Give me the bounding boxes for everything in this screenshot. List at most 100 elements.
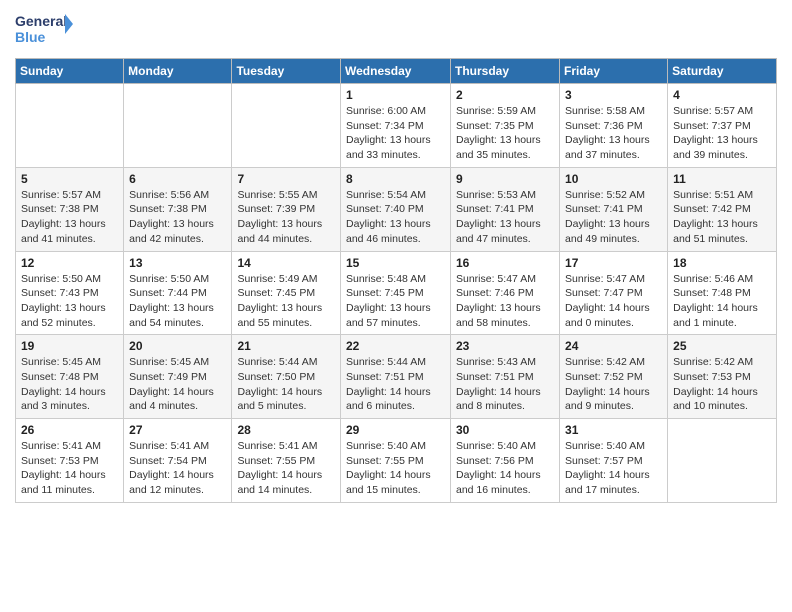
- day-info: Sunrise: 5:40 AM Sunset: 7:55 PM Dayligh…: [346, 439, 445, 498]
- day-info: Sunrise: 5:41 AM Sunset: 7:54 PM Dayligh…: [129, 439, 226, 498]
- logo-svg: General Blue: [15, 10, 75, 50]
- calendar-cell: 14Sunrise: 5:49 AM Sunset: 7:45 PM Dayli…: [232, 251, 341, 335]
- day-info: Sunrise: 5:56 AM Sunset: 7:38 PM Dayligh…: [129, 188, 226, 247]
- calendar-week-4: 19 Sunrise: 5:45 AM Sunset: 7:48 PM Dayli…: [16, 335, 777, 419]
- calendar-cell: 18 Sunrise: 5:46 AM Sunset: 7:48 PM Dayli…: [668, 251, 777, 335]
- calendar-cell: 5 Sunrise: 5:57 AM Sunset: 7:38 PM Daylig…: [16, 167, 124, 251]
- calendar-cell: 29Sunrise: 5:40 AM Sunset: 7:55 PM Dayli…: [341, 419, 451, 503]
- day-info: Sunrise: 5:47 AM Sunset: 7:46 PM Dayligh…: [456, 272, 554, 331]
- day-header-friday: Friday: [560, 59, 668, 84]
- day-info: Sunrise: 5:40 AM Sunset: 7:56 PM Dayligh…: [456, 439, 554, 498]
- day-header-saturday: Saturday: [668, 59, 777, 84]
- day-info: Sunrise: 5:45 AM Sunset: 7:48 PM Dayligh…: [21, 355, 118, 414]
- calendar-cell: 1Sunrise: 6:00 AM Sunset: 7:34 PM Daylig…: [341, 84, 451, 168]
- calendar-cell: 7 Sunrise: 5:55 AM Sunset: 7:39 PM Daylig…: [232, 167, 341, 251]
- day-number: 8: [346, 172, 445, 186]
- calendar-week-2: 5 Sunrise: 5:57 AM Sunset: 7:38 PM Daylig…: [16, 167, 777, 251]
- day-number: 31: [565, 423, 662, 437]
- svg-text:General: General: [15, 13, 67, 29]
- calendar-cell: 10 Sunrise: 5:52 AM Sunset: 7:41 PM Dayli…: [560, 167, 668, 251]
- calendar-cell: 9 Sunrise: 5:53 AM Sunset: 7:41 PM Daylig…: [451, 167, 560, 251]
- day-number: 26: [21, 423, 118, 437]
- day-header-sunday: Sunday: [16, 59, 124, 84]
- calendar-header-row: SundayMondayTuesdayWednesdayThursdayFrid…: [16, 59, 777, 84]
- day-info: Sunrise: 5:45 AM Sunset: 7:49 PM Dayligh…: [129, 355, 226, 414]
- day-info: Sunrise: 5:42 AM Sunset: 7:53 PM Dayligh…: [673, 355, 771, 414]
- calendar-cell: [16, 84, 124, 168]
- day-info: Sunrise: 5:43 AM Sunset: 7:51 PM Dayligh…: [456, 355, 554, 414]
- day-header-thursday: Thursday: [451, 59, 560, 84]
- logo: General Blue: [15, 10, 75, 50]
- day-info: Sunrise: 5:44 AM Sunset: 7:50 PM Dayligh…: [237, 355, 335, 414]
- calendar-cell: 12 Sunrise: 5:50 AM Sunset: 7:43 PM Dayli…: [16, 251, 124, 335]
- calendar-cell: 11Sunrise: 5:51 AM Sunset: 7:42 PM Dayli…: [668, 167, 777, 251]
- calendar: SundayMondayTuesdayWednesdayThursdayFrid…: [15, 58, 777, 503]
- day-number: 6: [129, 172, 226, 186]
- calendar-cell: 13Sunrise: 5:50 AM Sunset: 7:44 PM Dayli…: [124, 251, 232, 335]
- day-number: 16: [456, 256, 554, 270]
- calendar-cell: 8 Sunrise: 5:54 AM Sunset: 7:40 PM Daylig…: [341, 167, 451, 251]
- calendar-cell: [668, 419, 777, 503]
- day-number: 18: [673, 256, 771, 270]
- day-header-monday: Monday: [124, 59, 232, 84]
- day-info: Sunrise: 5:52 AM Sunset: 7:41 PM Dayligh…: [565, 188, 662, 247]
- calendar-week-1: 1Sunrise: 6:00 AM Sunset: 7:34 PM Daylig…: [16, 84, 777, 168]
- day-info: Sunrise: 5:47 AM Sunset: 7:47 PM Dayligh…: [565, 272, 662, 331]
- calendar-cell: [124, 84, 232, 168]
- calendar-cell: 6 Sunrise: 5:56 AM Sunset: 7:38 PM Daylig…: [124, 167, 232, 251]
- calendar-cell: 31 Sunrise: 5:40 AM Sunset: 7:57 PM Dayli…: [560, 419, 668, 503]
- day-number: 30: [456, 423, 554, 437]
- day-info: Sunrise: 5:57 AM Sunset: 7:37 PM Dayligh…: [673, 104, 771, 163]
- day-header-tuesday: Tuesday: [232, 59, 341, 84]
- day-number: 2: [456, 88, 554, 102]
- calendar-cell: 30 Sunrise: 5:40 AM Sunset: 7:56 PM Dayli…: [451, 419, 560, 503]
- calendar-cell: 24Sunrise: 5:42 AM Sunset: 7:52 PM Dayli…: [560, 335, 668, 419]
- day-header-wednesday: Wednesday: [341, 59, 451, 84]
- calendar-cell: 2 Sunrise: 5:59 AM Sunset: 7:35 PM Daylig…: [451, 84, 560, 168]
- day-info: Sunrise: 5:57 AM Sunset: 7:38 PM Dayligh…: [21, 188, 118, 247]
- day-number: 9: [456, 172, 554, 186]
- day-info: Sunrise: 5:48 AM Sunset: 7:45 PM Dayligh…: [346, 272, 445, 331]
- day-info: Sunrise: 5:46 AM Sunset: 7:48 PM Dayligh…: [673, 272, 771, 331]
- day-number: 3: [565, 88, 662, 102]
- day-number: 22: [346, 339, 445, 353]
- header: General Blue: [15, 10, 777, 50]
- day-number: 27: [129, 423, 226, 437]
- day-number: 4: [673, 88, 771, 102]
- day-number: 25: [673, 339, 771, 353]
- svg-text:Blue: Blue: [15, 29, 46, 45]
- day-number: 5: [21, 172, 118, 186]
- day-number: 23: [456, 339, 554, 353]
- day-info: Sunrise: 5:59 AM Sunset: 7:35 PM Dayligh…: [456, 104, 554, 163]
- calendar-body: 1Sunrise: 6:00 AM Sunset: 7:34 PM Daylig…: [16, 84, 777, 503]
- day-info: Sunrise: 5:54 AM Sunset: 7:40 PM Dayligh…: [346, 188, 445, 247]
- day-number: 10: [565, 172, 662, 186]
- day-info: Sunrise: 5:41 AM Sunset: 7:55 PM Dayligh…: [237, 439, 335, 498]
- calendar-cell: 23 Sunrise: 5:43 AM Sunset: 7:51 PM Dayli…: [451, 335, 560, 419]
- day-number: 21: [237, 339, 335, 353]
- calendar-cell: 27 Sunrise: 5:41 AM Sunset: 7:54 PM Dayli…: [124, 419, 232, 503]
- day-info: Sunrise: 5:50 AM Sunset: 7:44 PM Dayligh…: [129, 272, 226, 331]
- calendar-week-3: 12 Sunrise: 5:50 AM Sunset: 7:43 PM Dayli…: [16, 251, 777, 335]
- day-info: Sunrise: 5:51 AM Sunset: 7:42 PM Dayligh…: [673, 188, 771, 247]
- calendar-cell: 20 Sunrise: 5:45 AM Sunset: 7:49 PM Dayli…: [124, 335, 232, 419]
- calendar-cell: 19 Sunrise: 5:45 AM Sunset: 7:48 PM Dayli…: [16, 335, 124, 419]
- calendar-cell: 26 Sunrise: 5:41 AM Sunset: 7:53 PM Dayli…: [16, 419, 124, 503]
- day-number: 19: [21, 339, 118, 353]
- day-number: 20: [129, 339, 226, 353]
- day-number: 12: [21, 256, 118, 270]
- calendar-cell: 15Sunrise: 5:48 AM Sunset: 7:45 PM Dayli…: [341, 251, 451, 335]
- day-info: Sunrise: 5:50 AM Sunset: 7:43 PM Dayligh…: [21, 272, 118, 331]
- day-number: 7: [237, 172, 335, 186]
- day-number: 1: [346, 88, 445, 102]
- calendar-cell: [232, 84, 341, 168]
- calendar-cell: 17Sunrise: 5:47 AM Sunset: 7:47 PM Dayli…: [560, 251, 668, 335]
- day-info: Sunrise: 5:58 AM Sunset: 7:36 PM Dayligh…: [565, 104, 662, 163]
- day-number: 28: [237, 423, 335, 437]
- day-info: Sunrise: 5:55 AM Sunset: 7:39 PM Dayligh…: [237, 188, 335, 247]
- day-info: Sunrise: 5:44 AM Sunset: 7:51 PM Dayligh…: [346, 355, 445, 414]
- day-info: Sunrise: 5:53 AM Sunset: 7:41 PM Dayligh…: [456, 188, 554, 247]
- day-info: Sunrise: 5:40 AM Sunset: 7:57 PM Dayligh…: [565, 439, 662, 498]
- day-info: Sunrise: 5:41 AM Sunset: 7:53 PM Dayligh…: [21, 439, 118, 498]
- calendar-cell: 4 Sunrise: 5:57 AM Sunset: 7:37 PM Daylig…: [668, 84, 777, 168]
